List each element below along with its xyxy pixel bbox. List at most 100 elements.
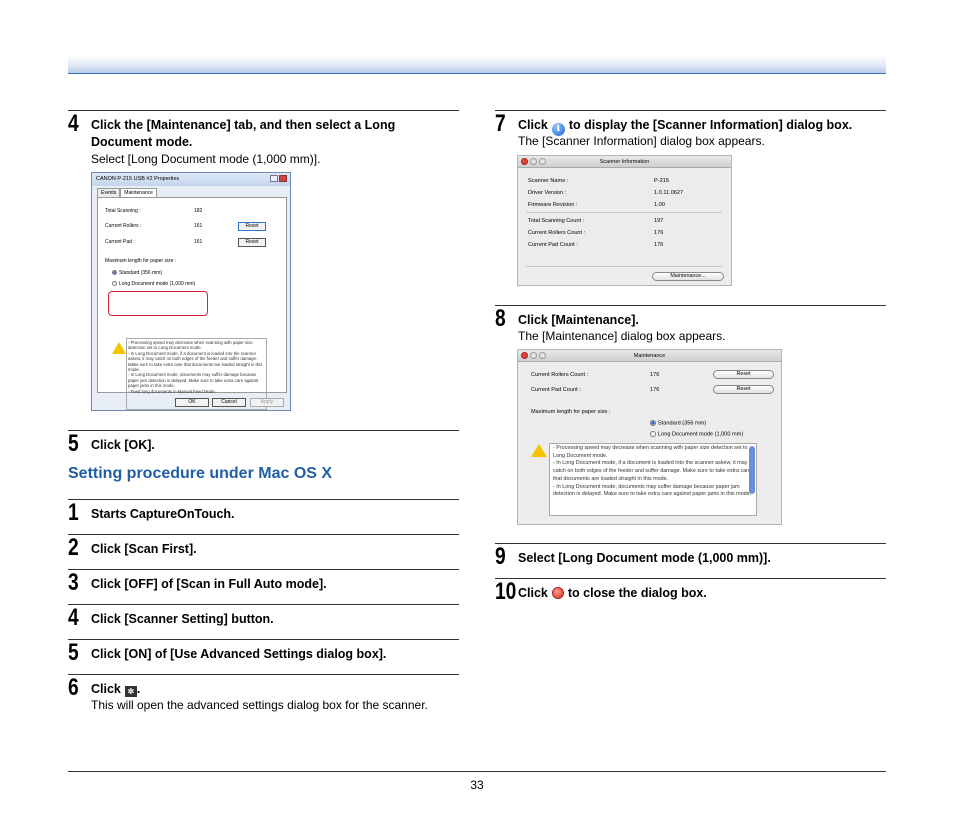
total-scanning-value: 182: [194, 208, 203, 214]
mac-step-3: 3 Click [OFF] of [Scan in Full Auto mode…: [68, 569, 459, 595]
close-icon[interactable]: [279, 175, 287, 182]
step-title: Click [Scan First].: [91, 542, 197, 556]
close-icon[interactable]: [521, 158, 528, 165]
windows-properties-dialog: CANON P-215 USB #2 Properties Events Mai…: [91, 172, 291, 411]
current-pad-label: Current Pad :: [105, 239, 135, 245]
step-description: The [Scanner Information] dialog box app…: [518, 134, 765, 148]
dialog-title: CANON P-215 USB #2 Properties: [92, 173, 290, 186]
maintenance-dialog: Maintenance Current Rollers Count : 176 …: [517, 349, 782, 525]
minimize-icon[interactable]: [530, 352, 537, 359]
current-pad-value: 161: [194, 239, 203, 245]
radio-icon[interactable]: [112, 281, 117, 287]
step-description: The [Maintenance] dialog box appears.: [518, 329, 726, 343]
step-title: Click [OFF] of [Scan in Full Auto mode].: [91, 577, 327, 591]
current-rollers-label: Current Rollers Count :: [528, 230, 586, 236]
step-number: 2: [68, 534, 79, 561]
radio-icon[interactable]: [112, 270, 117, 276]
dialog-title: Maintenance: [518, 350, 781, 362]
radio-standard[interactable]: Standard (356 mm): [112, 270, 162, 276]
zoom-icon[interactable]: [539, 352, 546, 359]
scanner-name-label: Scanner Name :: [528, 178, 569, 184]
driver-version-value: 1.0.11.0627: [654, 190, 684, 196]
total-scanning-label: Total Scanning Count :: [528, 218, 585, 224]
scrollbar[interactable]: [749, 446, 755, 494]
step-number: 5: [68, 639, 79, 666]
mac-step-2: 2 Click [Scan First].: [68, 534, 459, 560]
gear-icon: ✲: [124, 686, 137, 697]
reset-rollers-button[interactable]: Reset: [238, 222, 266, 231]
ok-button[interactable]: OK: [175, 398, 209, 407]
current-rollers-label: Current Rollers :: [105, 223, 142, 229]
mac-step-6: 6 Click ✲. This will open the advanced se…: [68, 674, 459, 714]
page-number: 33: [470, 778, 484, 792]
step-title: Click [Scanner Setting] button.: [91, 612, 274, 626]
cancel-button[interactable]: Cancel: [212, 398, 246, 407]
separator: [526, 212, 722, 213]
scanner-name-value: P-215: [654, 178, 669, 184]
step-title: Click [Maintenance].: [518, 313, 639, 327]
radio-standard[interactable]: Standard (356 mm): [650, 420, 706, 426]
step-title: Click [ON] of [Use Advanced Settings dia…: [91, 647, 387, 661]
step-7: 7 Click i to display the [Scanner Informat…: [495, 110, 886, 150]
current-rollers-value: 176: [650, 372, 660, 378]
reset-rollers-button[interactable]: Reset: [713, 370, 774, 379]
current-pad-value: 176: [654, 242, 664, 248]
step-description: This will open the advanced settings dia…: [91, 698, 428, 712]
step-8: 8 Click [Maintenance]. The [Maintenance]…: [495, 305, 886, 345]
max-length-label: Maximum length for paper size :: [105, 258, 177, 264]
step-number: 4: [68, 604, 79, 631]
tab-events[interactable]: Events: [97, 188, 121, 197]
radio-long-document[interactable]: Long Document mode (1,000 mm): [650, 431, 743, 437]
window-controls: [270, 175, 287, 182]
step-9: 9 Select [Long Document mode (1,000 mm)]…: [495, 543, 886, 569]
step-title: Click [OK].: [91, 438, 155, 452]
step-title: Starts CaptureOnTouch.: [91, 507, 235, 521]
step-title: Click the [Maintenance] tab, and then se…: [91, 118, 396, 149]
step-number: 10: [495, 578, 517, 605]
step-description: Select [Long Document mode (1,000 mm)].: [91, 152, 321, 166]
tab-bar: Events Maintenance: [97, 188, 157, 197]
radio-long-document[interactable]: Long Document mode (1,000 mm): [112, 281, 195, 287]
separator: [526, 266, 722, 267]
zoom-icon[interactable]: [539, 158, 546, 165]
current-rollers-value: 176: [654, 230, 664, 236]
mac-step-4: 4 Click [Scanner Setting] button.: [68, 604, 459, 630]
step-number: 9: [495, 543, 506, 570]
radio-icon[interactable]: [650, 431, 656, 437]
scanner-information-dialog: Scanner Information Scanner Name : P-215…: [517, 155, 732, 286]
dialog-title: Scanner Information: [518, 156, 731, 168]
window-controls: [521, 158, 546, 165]
step-title: Select [Long Document mode (1,000 mm)].: [518, 551, 771, 565]
firmware-revision-value: 1.00: [654, 202, 665, 208]
total-scanning-value: 197: [654, 218, 664, 224]
radio-icon[interactable]: [650, 420, 656, 426]
step-4-windows: 4 Click the [Maintenance] tab, and then …: [68, 110, 459, 170]
current-pad-label: Current Pad Count :: [528, 242, 578, 248]
current-pad-label: Current Pad Count :: [531, 387, 581, 393]
maintenance-panel: Total Scanning : 182 Current Rollers : 1…: [97, 197, 287, 410]
total-scanning-label: Total Scanning :: [105, 208, 141, 214]
warning-text: - Processing speed may decrease when sca…: [549, 443, 757, 516]
current-pad-value: 176: [650, 387, 660, 393]
close-button-icon: [551, 587, 564, 599]
section-heading: Setting procedure under Mac OS X: [68, 465, 333, 482]
step-number: 5: [68, 430, 79, 457]
reset-pad-button[interactable]: Reset: [713, 385, 774, 394]
current-rollers-label: Current Rollers Count :: [531, 372, 589, 378]
minimize-icon[interactable]: [530, 158, 537, 165]
warning-icon: [531, 444, 547, 457]
step-number: 1: [68, 499, 79, 526]
tab-maintenance[interactable]: Maintenance: [120, 188, 157, 197]
minimize-icon[interactable]: [270, 175, 278, 182]
highlight-box: [108, 291, 208, 316]
reset-pad-button[interactable]: Reset: [238, 238, 266, 247]
step-number: 4: [68, 110, 79, 137]
driver-version-label: Driver Version :: [528, 190, 567, 196]
step-10: 10 Click to close the dialog box.: [495, 578, 886, 604]
apply-button[interactable]: Apply: [250, 398, 284, 407]
step-title: Click to close the dialog box.: [518, 586, 707, 600]
footer-divider: [68, 771, 886, 772]
close-icon[interactable]: [521, 352, 528, 359]
maintenance-button[interactable]: Maintenance...: [652, 272, 724, 281]
step-number: 6: [68, 674, 79, 701]
